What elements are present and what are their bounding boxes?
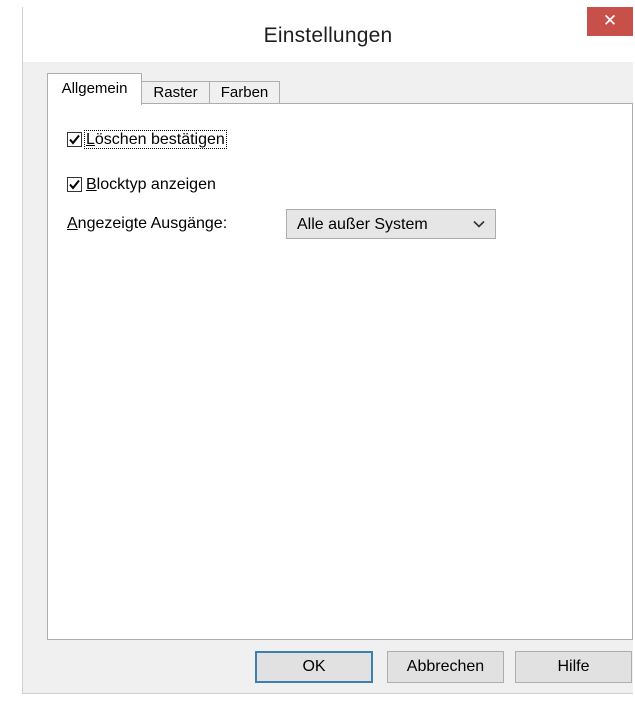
show-blocktype-checkbox[interactable]	[67, 177, 82, 192]
tab-farben[interactable]: Farben	[209, 81, 280, 104]
title-bar: Einstellungen ✕	[23, 7, 633, 62]
show-blocktype-accel: B	[86, 176, 97, 193]
confirm-delete-label: Löschen bestätigen	[84, 130, 227, 150]
settings-dialog: Einstellungen ✕ Allgemein Raster Farben …	[22, 7, 633, 694]
tab-allgemein[interactable]: Allgemein	[47, 73, 142, 105]
ok-button[interactable]: OK	[255, 651, 373, 683]
show-blocktype-label: Blocktyp anzeigen	[86, 175, 216, 195]
confirm-delete-accel: L	[86, 131, 95, 148]
tab-panel-allgemein: Löschen bestätigen Blocktyp anzeigen Ang…	[47, 103, 633, 640]
chevron-down-icon	[473, 220, 485, 228]
help-button[interactable]: Hilfe	[515, 651, 632, 683]
close-icon: ✕	[602, 11, 618, 30]
show-blocktype-label-rest: locktyp anzeigen	[96, 176, 216, 193]
window-title: Einstellungen	[263, 24, 393, 47]
confirm-delete-checkbox[interactable]	[67, 132, 82, 147]
displayed-outputs-accel: A	[67, 215, 78, 232]
displayed-outputs-label-rest: ngezeigte Ausgänge:	[77, 215, 228, 232]
confirm-delete-label-rest: öschen bestätigen	[94, 131, 225, 148]
displayed-outputs-value: Alle außer System	[297, 216, 428, 233]
checkmark-icon	[69, 134, 80, 145]
displayed-outputs-label: Angezeigte Ausgänge:	[67, 215, 227, 233]
cancel-button[interactable]: Abbrechen	[387, 651, 504, 683]
displayed-outputs-select[interactable]: Alle außer System	[286, 209, 496, 239]
close-button[interactable]: ✕	[587, 7, 633, 36]
checkmark-icon	[69, 179, 80, 190]
tab-raster[interactable]: Raster	[141, 81, 210, 104]
